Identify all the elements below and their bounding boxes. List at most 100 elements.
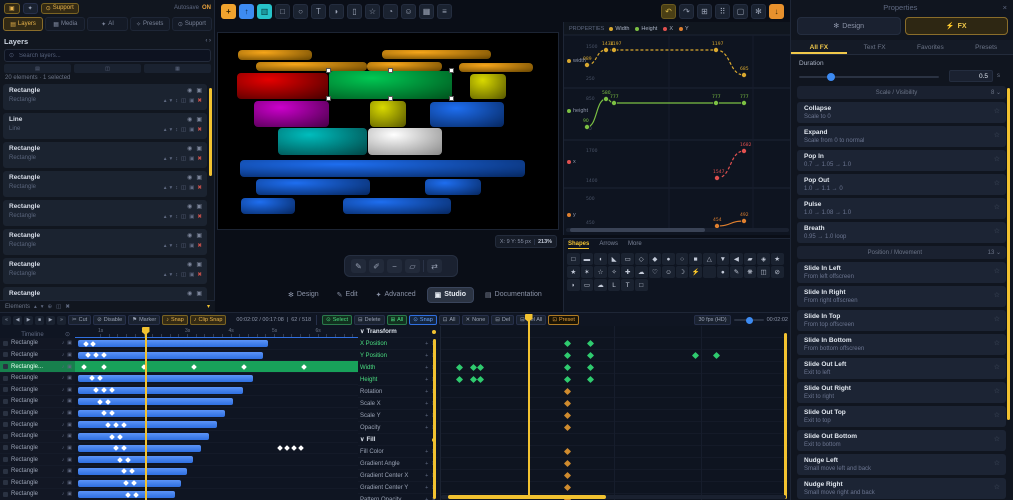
timeline-cut-button[interactable]: ✂Cut	[68, 315, 91, 325]
mode-tab-studio[interactable]: ▣Studio	[427, 287, 474, 303]
layer-item[interactable]: RectangleRectangle◉▣▴▾↕◫▣✖	[3, 287, 207, 300]
lock-icon[interactable]: ▣	[196, 203, 202, 210]
track-lock-icon[interactable]: ▣	[67, 340, 72, 346]
clip-bar[interactable]	[78, 410, 225, 417]
keyframe-diamond[interactable]	[713, 352, 720, 359]
timeline-marker-button[interactable]: ⚑Marker	[128, 315, 160, 325]
frame-tool[interactable]: ▯	[347, 4, 362, 19]
selection-handle[interactable]	[450, 69, 453, 72]
track-lock-icon[interactable]: ▣	[67, 491, 72, 497]
track-lock-icon[interactable]: ▣	[67, 364, 72, 370]
layer-action-icon-0[interactable]: ▴	[164, 243, 167, 249]
timeline-snap-button[interactable]: ♪Snap	[162, 315, 188, 325]
kf-del-button[interactable]: ⊟Del	[491, 315, 514, 325]
pie-tool[interactable]: ◔	[383, 4, 398, 19]
clip-keyframe[interactable]	[101, 364, 107, 370]
transport-0[interactable]: «	[2, 316, 11, 325]
track-mute-icon[interactable]: ♪	[62, 340, 65, 346]
delete-layer-icon[interactable]: ✖	[197, 214, 202, 220]
clip-keyframe[interactable]	[284, 445, 290, 451]
track-clip-lane[interactable]	[75, 408, 358, 420]
layer-action-icon-0[interactable]: ▴	[164, 127, 167, 133]
track-checkbox[interactable]	[3, 341, 8, 346]
orange-bar[interactable]	[256, 62, 367, 71]
layer-action-icon-2[interactable]: ↕	[175, 185, 178, 191]
track-mute-icon[interactable]: ♪	[62, 375, 65, 381]
layers-search[interactable]: ⊙	[4, 49, 211, 62]
add-keyframe-icon[interactable]: +	[425, 461, 428, 467]
keyframe-diamond[interactable]	[587, 364, 594, 371]
fx-item-nudge-right[interactable]: Nudge RightSmall move right and back☆	[797, 478, 1006, 499]
fx-item-slide-in-top[interactable]: Slide In TopFrom top offscreen☆	[797, 310, 1006, 331]
shape-flower[interactable]: ❋	[744, 266, 757, 278]
palette-tab-arrows[interactable]: Arrows	[599, 241, 618, 249]
shape-dot[interactable]: ●	[717, 266, 730, 278]
visibility-icon[interactable]: ◉	[187, 261, 192, 268]
duplicate-button[interactable]: ▢	[733, 4, 748, 19]
selection-handle[interactable]	[389, 97, 392, 100]
emoji-tool[interactable]: ☺	[401, 4, 416, 19]
teal-rect[interactable]	[278, 128, 367, 155]
add-keyframe-icon[interactable]: +	[425, 413, 428, 419]
favorite-star-icon[interactable]: ☆	[994, 387, 1000, 395]
selection-handle[interactable]	[327, 69, 330, 72]
transport-4[interactable]: ▶	[46, 316, 55, 325]
keyframe-area[interactable]	[440, 326, 788, 500]
transport-2[interactable]: ▶	[24, 316, 33, 325]
layer-action-icon-4[interactable]: ▣	[189, 98, 194, 104]
shape-pentagon[interactable]: ◆	[649, 253, 662, 265]
delete-layer-icon[interactable]: ✖	[197, 98, 202, 104]
kf-snap-button[interactable]: ⊙Snap	[409, 315, 436, 325]
track-row-name[interactable]: Rectangle♪▣	[0, 396, 75, 408]
layers-filter-1[interactable]: ◫	[74, 64, 141, 73]
track-row-name[interactable]: Rectangle♪▣	[0, 385, 75, 397]
fx-item-slide-out-left[interactable]: Slide Out LeftExit to left☆	[797, 358, 1006, 379]
clip-bar[interactable]	[78, 433, 209, 440]
layer-action-icon-3[interactable]: ◫	[181, 98, 186, 104]
prop-row-gradient-center-y[interactable]: Gradient Center Y+✕	[358, 482, 438, 494]
blue-bar[interactable]	[241, 198, 295, 214]
track-clip-lane[interactable]	[75, 373, 358, 385]
shape-moon[interactable]: ☽	[676, 266, 689, 278]
visibility-icon[interactable]: ◉	[187, 174, 192, 181]
layer-action-icon-3[interactable]: ◫	[181, 185, 186, 191]
layer-action-icon-0[interactable]: ▴	[164, 214, 167, 220]
layer-action-icon-3[interactable]: ◫	[181, 156, 186, 162]
keyframe-diamond[interactable]	[587, 352, 594, 359]
add-keyframe-icon[interactable]: +	[425, 389, 428, 395]
shape-t-shape[interactable]: T	[621, 279, 634, 291]
lock-icon[interactable]: ▣	[196, 232, 202, 239]
favorite-star-icon[interactable]: ☆	[994, 203, 1000, 211]
track-mute-icon[interactable]: ♪	[62, 398, 65, 404]
track-clip-area[interactable]	[75, 338, 358, 500]
timeline-zoom-icon[interactable]: ⊙	[65, 331, 70, 338]
fx-subtab-all-fx[interactable]: All FX	[791, 40, 847, 54]
clip-keyframe[interactable]	[241, 364, 247, 370]
orange-bar[interactable]	[459, 63, 533, 72]
shape-star-filled[interactable]: ★	[567, 266, 580, 278]
fx-item-pulse[interactable]: Pulse1.0 → 1.08 → 1.0☆	[797, 198, 1006, 219]
group-caret-icon[interactable]: ∨	[360, 436, 365, 443]
clip-bar[interactable]	[78, 445, 201, 452]
prop-row-gradient-angle[interactable]: Gradient Angle+✕	[358, 458, 438, 470]
track-mute-icon[interactable]: ♪	[62, 433, 65, 439]
sidebar-tab-ai[interactable]: ✦AI	[87, 17, 127, 31]
track-checkbox[interactable]	[3, 445, 8, 450]
fx-item-slide-in-bottom[interactable]: Slide In BottomFrom bottom offscreen☆	[797, 334, 1006, 355]
app-icon[interactable]: ▣	[4, 3, 20, 14]
duration-slider[interactable]	[799, 76, 939, 78]
purple-rect[interactable]	[254, 101, 329, 127]
timeline-zoom-slider[interactable]	[734, 319, 764, 321]
shape-pill[interactable]: ▭	[621, 253, 634, 265]
clip-bar[interactable]	[78, 340, 268, 347]
layers-scrollbar[interactable]	[209, 88, 212, 176]
track-mute-icon[interactable]: ♪	[62, 387, 65, 393]
layer-action-icon-1[interactable]: ▾	[169, 127, 172, 133]
layer-action-icon-2[interactable]: ↕	[175, 243, 178, 249]
track-mute-icon[interactable]: ♪	[62, 422, 65, 428]
keyframe-diamond[interactable]	[564, 472, 571, 479]
fx-item-nudge-left[interactable]: Nudge LeftSmall move left and back☆	[797, 454, 1006, 475]
track-mute-icon[interactable]: ♪	[62, 457, 65, 463]
visibility-icon[interactable]: ◉	[187, 87, 192, 94]
favorite-star-icon[interactable]: ☆	[994, 291, 1000, 299]
